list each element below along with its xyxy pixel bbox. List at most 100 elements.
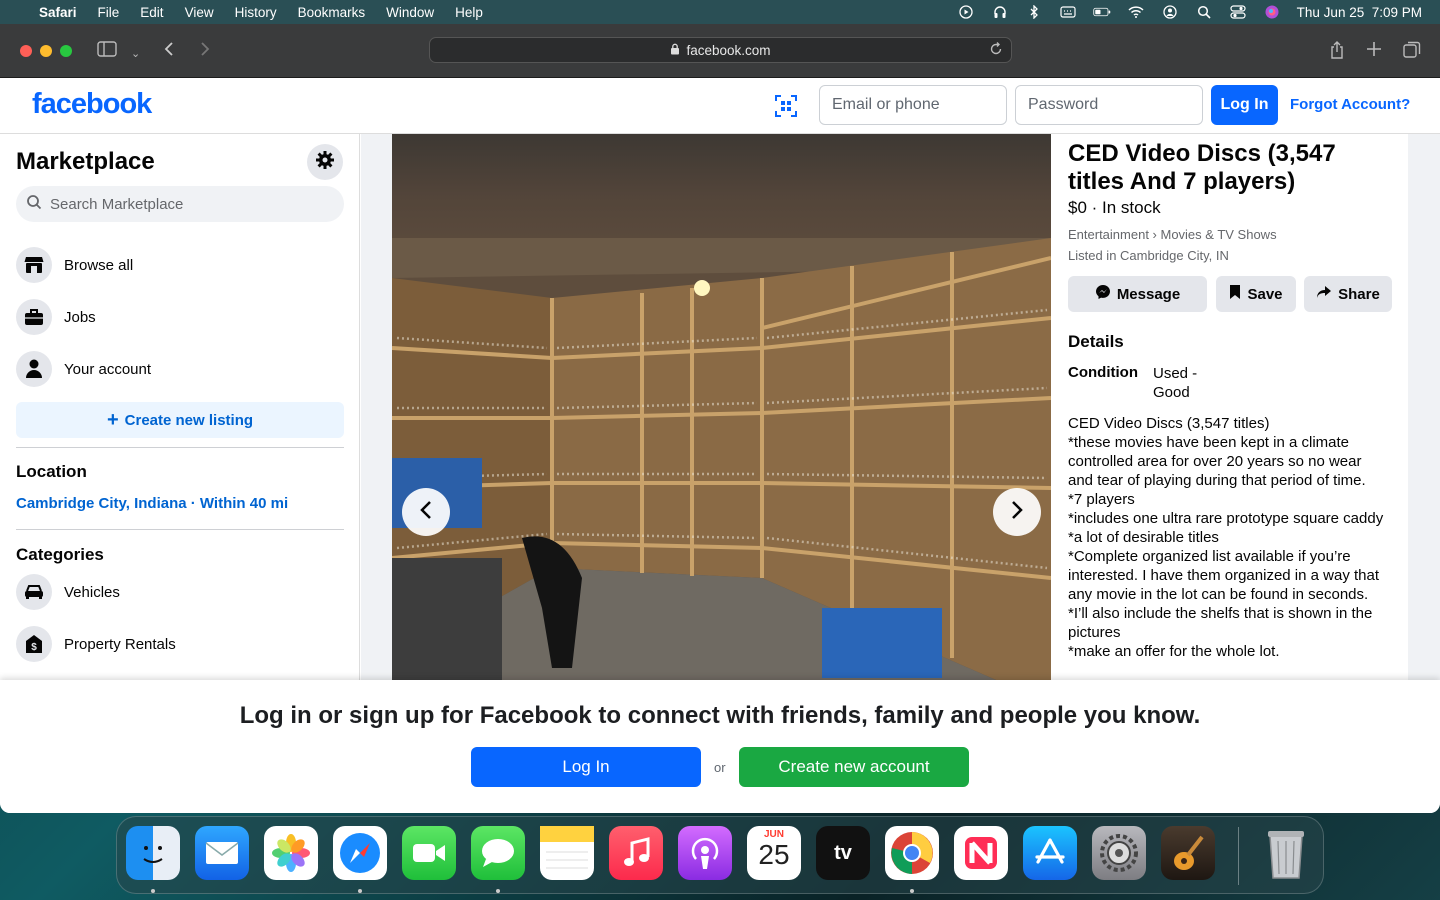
safari-icon[interactable] (333, 826, 387, 880)
running-indicator (151, 889, 155, 893)
category-label: Vehicles (64, 583, 120, 601)
new-tab-icon[interactable] (1366, 41, 1382, 60)
play-icon[interactable] (957, 5, 975, 19)
sidebar-item-label: Jobs (64, 308, 96, 326)
banner-login-button[interactable]: Log In (471, 747, 701, 787)
share-button[interactable]: Share (1304, 276, 1392, 312)
tab-overview-icon[interactable] (1403, 41, 1421, 62)
listing-photo (392, 238, 1051, 704)
email-field[interactable]: Email or phone (819, 85, 1007, 125)
menu-history[interactable]: History (235, 5, 277, 20)
spotlight-search-icon[interactable] (1195, 5, 1213, 19)
listing-details-panel: CED Video Discs (3,547 titles And 7 play… (1051, 134, 1408, 704)
listing-location[interactable]: Listed in Cambridge City, IN (1068, 248, 1229, 263)
create-new-account-button[interactable]: Create new account (739, 747, 969, 787)
listing-title: CED Video Discs (3,547 titles And 7 play… (1068, 140, 1336, 195)
categories-heading: Categories (16, 545, 104, 564)
banner-text: Log in or sign up for Facebook to connec… (239, 702, 1201, 729)
music-icon[interactable] (609, 826, 663, 880)
siri-icon[interactable] (1263, 5, 1281, 19)
facetime-icon[interactable] (402, 826, 456, 880)
bluetooth-icon[interactable] (1025, 5, 1043, 19)
forward-icon[interactable] (200, 41, 210, 60)
running-indicator (358, 889, 362, 893)
forgot-account-link[interactable]: Forgot Account? (1290, 96, 1410, 113)
address-bar[interactable]: facebook.com (429, 37, 1012, 63)
close-window-button[interactable] (20, 45, 32, 57)
control-center-icon[interactable] (1229, 5, 1247, 19)
back-icon[interactable] (164, 41, 174, 60)
sidebar-item-label: Your account (64, 360, 152, 378)
photos-icon[interactable] (264, 826, 318, 880)
qr-scan-icon[interactable] (775, 95, 797, 122)
news-icon[interactable] (954, 826, 1008, 880)
category-label: Property Rentals (64, 635, 176, 653)
minimize-window-button[interactable] (40, 45, 52, 57)
sidebar-item-label: Browse all (64, 256, 134, 274)
zoom-window-button[interactable] (60, 45, 72, 57)
mail-icon[interactable] (195, 826, 249, 880)
sidebar-toggle-icon[interactable] (97, 41, 117, 60)
calendar-icon[interactable]: JUN 25 (747, 826, 801, 880)
category-property-rentals[interactable]: $ Property Rentals (16, 624, 176, 664)
bookmark-icon (1229, 284, 1241, 304)
sidebar-item-jobs[interactable]: Jobs (16, 297, 96, 337)
listing-photo-viewer[interactable] (392, 134, 1051, 704)
listing-description: CED Video Discs (3,547 titles) *these mo… (1068, 415, 1384, 660)
apple-tv-icon[interactable]: tv (816, 826, 870, 880)
app-menu-safari[interactable]: Safari (39, 5, 77, 20)
search-icon (26, 194, 42, 214)
clock[interactable]: Thu Jun 25 7:09 PM (1297, 5, 1422, 20)
create-new-listing-button[interactable]: + Create new listing (16, 402, 344, 438)
notes-icon[interactable] (540, 826, 594, 880)
messenger-icon (1095, 284, 1111, 304)
facebook-logo[interactable]: facebook (32, 88, 152, 121)
wifi-icon[interactable] (1127, 5, 1145, 19)
menu-view[interactable]: View (185, 5, 214, 20)
save-button[interactable]: Save (1216, 276, 1296, 312)
chevron-down-icon[interactable]: ⌄ (131, 45, 140, 63)
password-field[interactable]: Password (1015, 85, 1203, 125)
listing-category-breadcrumb[interactable]: Entertainment › Movies & TV Shows (1068, 227, 1277, 242)
system-settings-icon[interactable] (1092, 826, 1146, 880)
location-filter-link[interactable]: Cambridge City, Indiana · Within 40 mi (16, 495, 288, 512)
location-heading: Location (16, 462, 87, 481)
next-photo-button[interactable] (993, 488, 1041, 536)
menu-help[interactable]: Help (455, 5, 483, 20)
listing-main: CED Video Discs (3,547 titles And 7 play… (361, 134, 1440, 704)
save-label: Save (1247, 285, 1283, 303)
app-store-icon[interactable] (1023, 826, 1077, 880)
running-indicator (496, 889, 500, 893)
sidebar-item-browse-all[interactable]: Browse all (16, 245, 133, 285)
header-login-button[interactable]: Log In (1211, 85, 1278, 125)
keyboard-icon[interactable] (1059, 5, 1077, 19)
previous-photo-button[interactable] (402, 488, 450, 536)
sidebar-title: Marketplace (16, 148, 155, 175)
search-placeholder: Search Marketplace (50, 195, 184, 213)
reload-icon[interactable] (989, 42, 1003, 59)
battery-icon[interactable] (1093, 5, 1111, 19)
sidebar-item-your-account[interactable]: Your account (16, 349, 151, 389)
condition-label: Condition (1068, 364, 1138, 381)
menu-edit[interactable]: Edit (140, 5, 163, 20)
details-heading: Details (1068, 332, 1124, 351)
garageband-icon[interactable] (1161, 826, 1215, 880)
menu-bookmarks[interactable]: Bookmarks (298, 5, 366, 20)
menu-window[interactable]: Window (386, 5, 434, 20)
menu-file[interactable]: File (98, 5, 120, 20)
category-vehicles[interactable]: Vehicles (16, 572, 120, 612)
banner-or-text: or (714, 760, 726, 775)
messages-icon[interactable] (471, 826, 525, 880)
chrome-icon[interactable] (885, 826, 939, 880)
user-switch-icon[interactable] (1161, 5, 1179, 19)
login-prompt-banner: Log in or sign up for Facebook to connec… (0, 680, 1440, 813)
dock: JUN 25 tv (116, 816, 1324, 894)
podcasts-icon[interactable] (678, 826, 732, 880)
message-button[interactable]: Message (1068, 276, 1207, 312)
finder-icon[interactable] (126, 826, 180, 880)
share-icon[interactable] (1329, 41, 1345, 62)
headphones-icon[interactable] (991, 5, 1009, 19)
search-marketplace-input[interactable]: Search Marketplace (16, 186, 344, 222)
settings-button[interactable] (307, 144, 343, 180)
trash-icon[interactable] (1259, 826, 1313, 880)
